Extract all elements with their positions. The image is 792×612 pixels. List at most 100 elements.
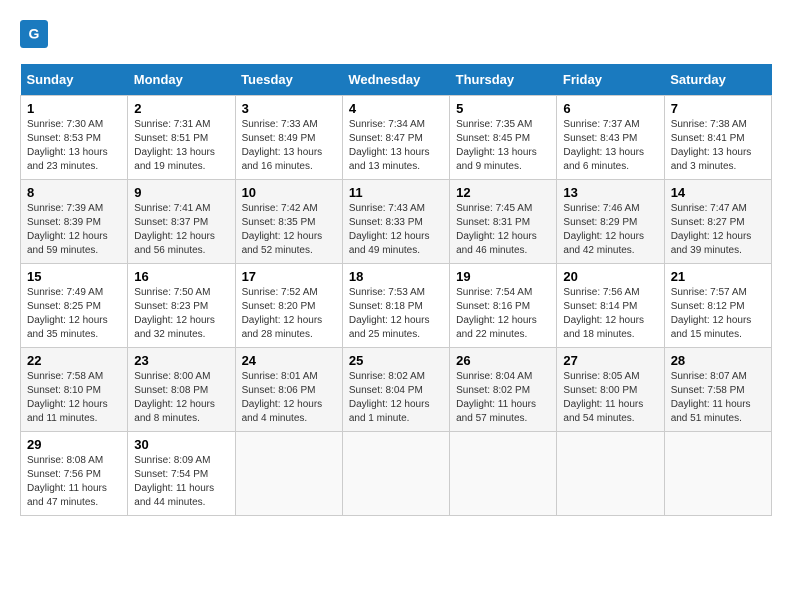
sunrise: Sunrise: 8:09 AM xyxy=(134,455,210,466)
calendar-cell: 11 Sunrise: 7:43 AM Sunset: 8:33 PM Dayl… xyxy=(342,180,449,264)
day-info: Sunrise: 7:33 AM Sunset: 8:49 PM Dayligh… xyxy=(242,118,336,174)
daylight: Daylight: 12 hours and 49 minutes. xyxy=(349,231,430,256)
daylight: Daylight: 13 hours and 19 minutes. xyxy=(134,147,215,172)
day-info: Sunrise: 7:54 AM Sunset: 8:16 PM Dayligh… xyxy=(456,286,550,342)
sunrise: Sunrise: 8:07 AM xyxy=(671,371,747,382)
sunrise: Sunrise: 7:46 AM xyxy=(563,203,639,214)
day-number: 26 xyxy=(456,353,550,368)
sunrise: Sunrise: 7:34 AM xyxy=(349,119,425,130)
day-info: Sunrise: 7:39 AM Sunset: 8:39 PM Dayligh… xyxy=(27,202,121,258)
daylight: Daylight: 12 hours and 4 minutes. xyxy=(242,399,323,424)
sunrise: Sunrise: 7:38 AM xyxy=(671,119,747,130)
day-number: 13 xyxy=(563,185,657,200)
sunrise: Sunrise: 7:43 AM xyxy=(349,203,425,214)
sunset: Sunset: 8:53 PM xyxy=(27,133,101,144)
sunset: Sunset: 8:41 PM xyxy=(671,133,745,144)
day-info: Sunrise: 7:30 AM Sunset: 8:53 PM Dayligh… xyxy=(27,118,121,174)
sunset: Sunset: 8:14 PM xyxy=(563,301,637,312)
calendar-cell: 24 Sunrise: 8:01 AM Sunset: 8:06 PM Dayl… xyxy=(235,348,342,432)
sunset: Sunset: 8:51 PM xyxy=(134,133,208,144)
logo: G xyxy=(20,20,54,48)
daylight: Daylight: 12 hours and 22 minutes. xyxy=(456,315,537,340)
calendar-cell xyxy=(450,432,557,516)
sunset: Sunset: 8:04 PM xyxy=(349,385,423,396)
day-number: 17 xyxy=(242,269,336,284)
daylight: Daylight: 12 hours and 35 minutes. xyxy=(27,315,108,340)
sunrise: Sunrise: 7:45 AM xyxy=(456,203,532,214)
daylight: Daylight: 12 hours and 18 minutes. xyxy=(563,315,644,340)
daylight: Daylight: 12 hours and 11 minutes. xyxy=(27,399,108,424)
svg-text:G: G xyxy=(29,26,40,42)
calendar-cell: 28 Sunrise: 8:07 AM Sunset: 7:58 PM Dayl… xyxy=(664,348,771,432)
day-number: 4 xyxy=(349,101,443,116)
day-info: Sunrise: 7:57 AM Sunset: 8:12 PM Dayligh… xyxy=(671,286,765,342)
calendar-table: SundayMondayTuesdayWednesdayThursdayFrid… xyxy=(20,64,772,516)
sunset: Sunset: 8:45 PM xyxy=(456,133,530,144)
sunrise: Sunrise: 7:33 AM xyxy=(242,119,318,130)
calendar-header: SundayMondayTuesdayWednesdayThursdayFrid… xyxy=(21,64,772,96)
calendar-cell: 20 Sunrise: 7:56 AM Sunset: 8:14 PM Dayl… xyxy=(557,264,664,348)
calendar-cell: 7 Sunrise: 7:38 AM Sunset: 8:41 PM Dayli… xyxy=(664,96,771,180)
calendar-cell: 29 Sunrise: 8:08 AM Sunset: 7:56 PM Dayl… xyxy=(21,432,128,516)
sunrise: Sunrise: 7:30 AM xyxy=(27,119,103,130)
sunset: Sunset: 8:31 PM xyxy=(456,217,530,228)
sunset: Sunset: 8:35 PM xyxy=(242,217,316,228)
daylight: Daylight: 12 hours and 25 minutes. xyxy=(349,315,430,340)
daylight: Daylight: 12 hours and 1 minute. xyxy=(349,399,430,424)
day-number: 29 xyxy=(27,437,121,452)
daylight: Daylight: 13 hours and 9 minutes. xyxy=(456,147,537,172)
sunrise: Sunrise: 7:57 AM xyxy=(671,287,747,298)
sunset: Sunset: 7:56 PM xyxy=(27,469,101,480)
day-number: 21 xyxy=(671,269,765,284)
daylight: Daylight: 11 hours and 44 minutes. xyxy=(134,483,214,508)
sunset: Sunset: 8:12 PM xyxy=(671,301,745,312)
day-number: 22 xyxy=(27,353,121,368)
day-number: 27 xyxy=(563,353,657,368)
calendar-cell: 6 Sunrise: 7:37 AM Sunset: 8:43 PM Dayli… xyxy=(557,96,664,180)
day-number: 3 xyxy=(242,101,336,116)
day-number: 12 xyxy=(456,185,550,200)
calendar-cell xyxy=(664,432,771,516)
day-number: 5 xyxy=(456,101,550,116)
calendar-cell: 14 Sunrise: 7:47 AM Sunset: 8:27 PM Dayl… xyxy=(664,180,771,264)
daylight: Daylight: 12 hours and 39 minutes. xyxy=(671,231,752,256)
week-row-4: 22 Sunrise: 7:58 AM Sunset: 8:10 PM Dayl… xyxy=(21,348,772,432)
daylight: Daylight: 13 hours and 13 minutes. xyxy=(349,147,430,172)
calendar-cell: 16 Sunrise: 7:50 AM Sunset: 8:23 PM Dayl… xyxy=(128,264,235,348)
sunset: Sunset: 8:37 PM xyxy=(134,217,208,228)
header-thursday: Thursday xyxy=(450,64,557,96)
day-info: Sunrise: 7:41 AM Sunset: 8:37 PM Dayligh… xyxy=(134,202,228,258)
day-info: Sunrise: 8:09 AM Sunset: 7:54 PM Dayligh… xyxy=(134,454,228,510)
day-info: Sunrise: 7:46 AM Sunset: 8:29 PM Dayligh… xyxy=(563,202,657,258)
day-info: Sunrise: 7:42 AM Sunset: 8:35 PM Dayligh… xyxy=(242,202,336,258)
sunset: Sunset: 7:54 PM xyxy=(134,469,208,480)
calendar-cell: 3 Sunrise: 7:33 AM Sunset: 8:49 PM Dayli… xyxy=(235,96,342,180)
sunset: Sunset: 8:33 PM xyxy=(349,217,423,228)
day-info: Sunrise: 7:50 AM Sunset: 8:23 PM Dayligh… xyxy=(134,286,228,342)
sunrise: Sunrise: 7:42 AM xyxy=(242,203,318,214)
sunrise: Sunrise: 7:58 AM xyxy=(27,371,103,382)
sunrise: Sunrise: 7:49 AM xyxy=(27,287,103,298)
calendar-cell: 10 Sunrise: 7:42 AM Sunset: 8:35 PM Dayl… xyxy=(235,180,342,264)
daylight: Daylight: 12 hours and 42 minutes. xyxy=(563,231,644,256)
calendar-cell: 22 Sunrise: 7:58 AM Sunset: 8:10 PM Dayl… xyxy=(21,348,128,432)
sunset: Sunset: 8:20 PM xyxy=(242,301,316,312)
daylight: Daylight: 12 hours and 15 minutes. xyxy=(671,315,752,340)
calendar-cell: 13 Sunrise: 7:46 AM Sunset: 8:29 PM Dayl… xyxy=(557,180,664,264)
header-monday: Monday xyxy=(128,64,235,96)
sunrise: Sunrise: 7:39 AM xyxy=(27,203,103,214)
day-info: Sunrise: 8:04 AM Sunset: 8:02 PM Dayligh… xyxy=(456,370,550,426)
day-number: 20 xyxy=(563,269,657,284)
calendar-cell: 23 Sunrise: 8:00 AM Sunset: 8:08 PM Dayl… xyxy=(128,348,235,432)
day-number: 30 xyxy=(134,437,228,452)
day-info: Sunrise: 7:38 AM Sunset: 8:41 PM Dayligh… xyxy=(671,118,765,174)
daylight: Daylight: 12 hours and 56 minutes. xyxy=(134,231,215,256)
day-number: 18 xyxy=(349,269,443,284)
sunrise: Sunrise: 7:50 AM xyxy=(134,287,210,298)
day-info: Sunrise: 8:00 AM Sunset: 8:08 PM Dayligh… xyxy=(134,370,228,426)
header-wednesday: Wednesday xyxy=(342,64,449,96)
sunrise: Sunrise: 8:08 AM xyxy=(27,455,103,466)
day-number: 19 xyxy=(456,269,550,284)
calendar-cell: 30 Sunrise: 8:09 AM Sunset: 7:54 PM Dayl… xyxy=(128,432,235,516)
week-row-2: 8 Sunrise: 7:39 AM Sunset: 8:39 PM Dayli… xyxy=(21,180,772,264)
